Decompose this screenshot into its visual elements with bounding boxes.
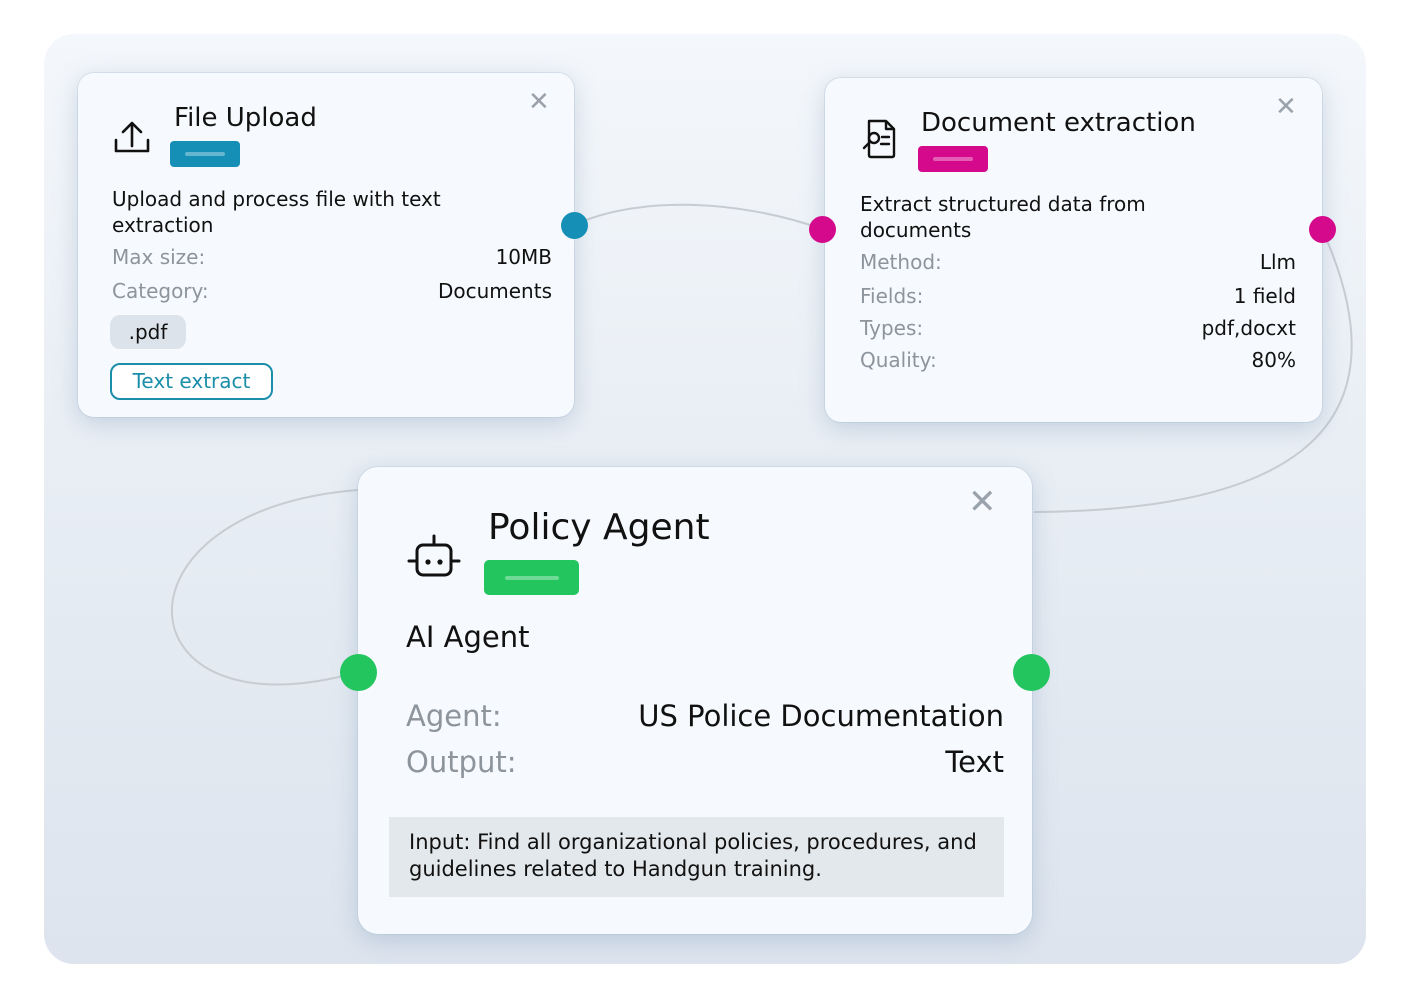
agent-value: US Police Documentation	[638, 699, 1004, 733]
file-type-chip: .pdf	[110, 315, 186, 349]
fields-label: Fields:	[860, 284, 924, 308]
close-icon[interactable]: ✕	[968, 485, 997, 519]
output-label: Output:	[406, 745, 517, 779]
method-row: Method: Llm	[860, 250, 1296, 274]
agent-label: Agent:	[406, 699, 502, 733]
quality-value: 80%	[1251, 348, 1296, 372]
category-row: Category: Documents	[112, 279, 552, 303]
robot-icon	[406, 533, 462, 585]
text-extract-tag[interactable]: Text extract	[110, 363, 273, 400]
types-label: Types:	[860, 316, 924, 340]
node-description: Extract structured data from documents	[860, 192, 1146, 242]
fields-value: 1 field	[1233, 284, 1296, 308]
node-title: Policy Agent	[488, 507, 710, 548]
max-size-row: Max size: 10MB	[112, 245, 552, 269]
extraction-input-port[interactable]	[809, 216, 836, 243]
types-row: Types: pdf,docxt	[860, 316, 1296, 340]
max-size-value: 10MB	[495, 245, 552, 269]
file-upload-output-port[interactable]	[561, 212, 588, 239]
types-value: pdf,docxt	[1201, 316, 1296, 340]
fields-row: Fields: 1 field	[860, 284, 1296, 308]
quality-label: Quality:	[860, 348, 937, 372]
policy-agent-node[interactable]: ✕ Policy Agent AI Agent Agent: US Police…	[358, 467, 1032, 934]
close-icon[interactable]: ✕	[528, 89, 550, 115]
extraction-output-port[interactable]	[1309, 216, 1336, 243]
wire-upload-to-extraction	[573, 203, 823, 230]
output-row: Output: Text	[406, 745, 1004, 779]
category-value: Documents	[437, 279, 552, 303]
node-title: File Upload	[174, 103, 317, 133]
agent-output-port[interactable]	[1013, 654, 1050, 691]
document-search-icon	[861, 118, 901, 164]
document-extraction-node[interactable]: ✕ Document extraction Extract structured…	[825, 78, 1322, 422]
max-size-label: Max size:	[112, 245, 206, 269]
agent-input-port[interactable]	[340, 654, 377, 691]
node-description: Upload and process file with text extrac…	[112, 187, 441, 237]
node-type-badge	[170, 141, 240, 167]
upload-icon	[112, 118, 152, 160]
method-value: Llm	[1259, 250, 1296, 274]
node-type-badge	[918, 146, 988, 172]
quality-row: Quality: 80%	[860, 348, 1296, 372]
close-icon[interactable]: ✕	[1275, 94, 1297, 120]
category-label: Category:	[112, 279, 209, 303]
file-upload-node[interactable]: ✕ File Upload Upload and process file wi…	[78, 73, 574, 417]
agent-row: Agent: US Police Documentation	[406, 699, 1004, 733]
output-value: Text	[945, 745, 1004, 779]
wire-agent-loop	[171, 489, 359, 686]
node-type-badge	[484, 560, 579, 595]
node-subtitle: AI Agent	[406, 620, 530, 654]
agent-input-box: Input: Find all organizational policies,…	[389, 817, 1004, 897]
method-label: Method:	[860, 250, 942, 274]
node-title: Document extraction	[921, 108, 1196, 138]
